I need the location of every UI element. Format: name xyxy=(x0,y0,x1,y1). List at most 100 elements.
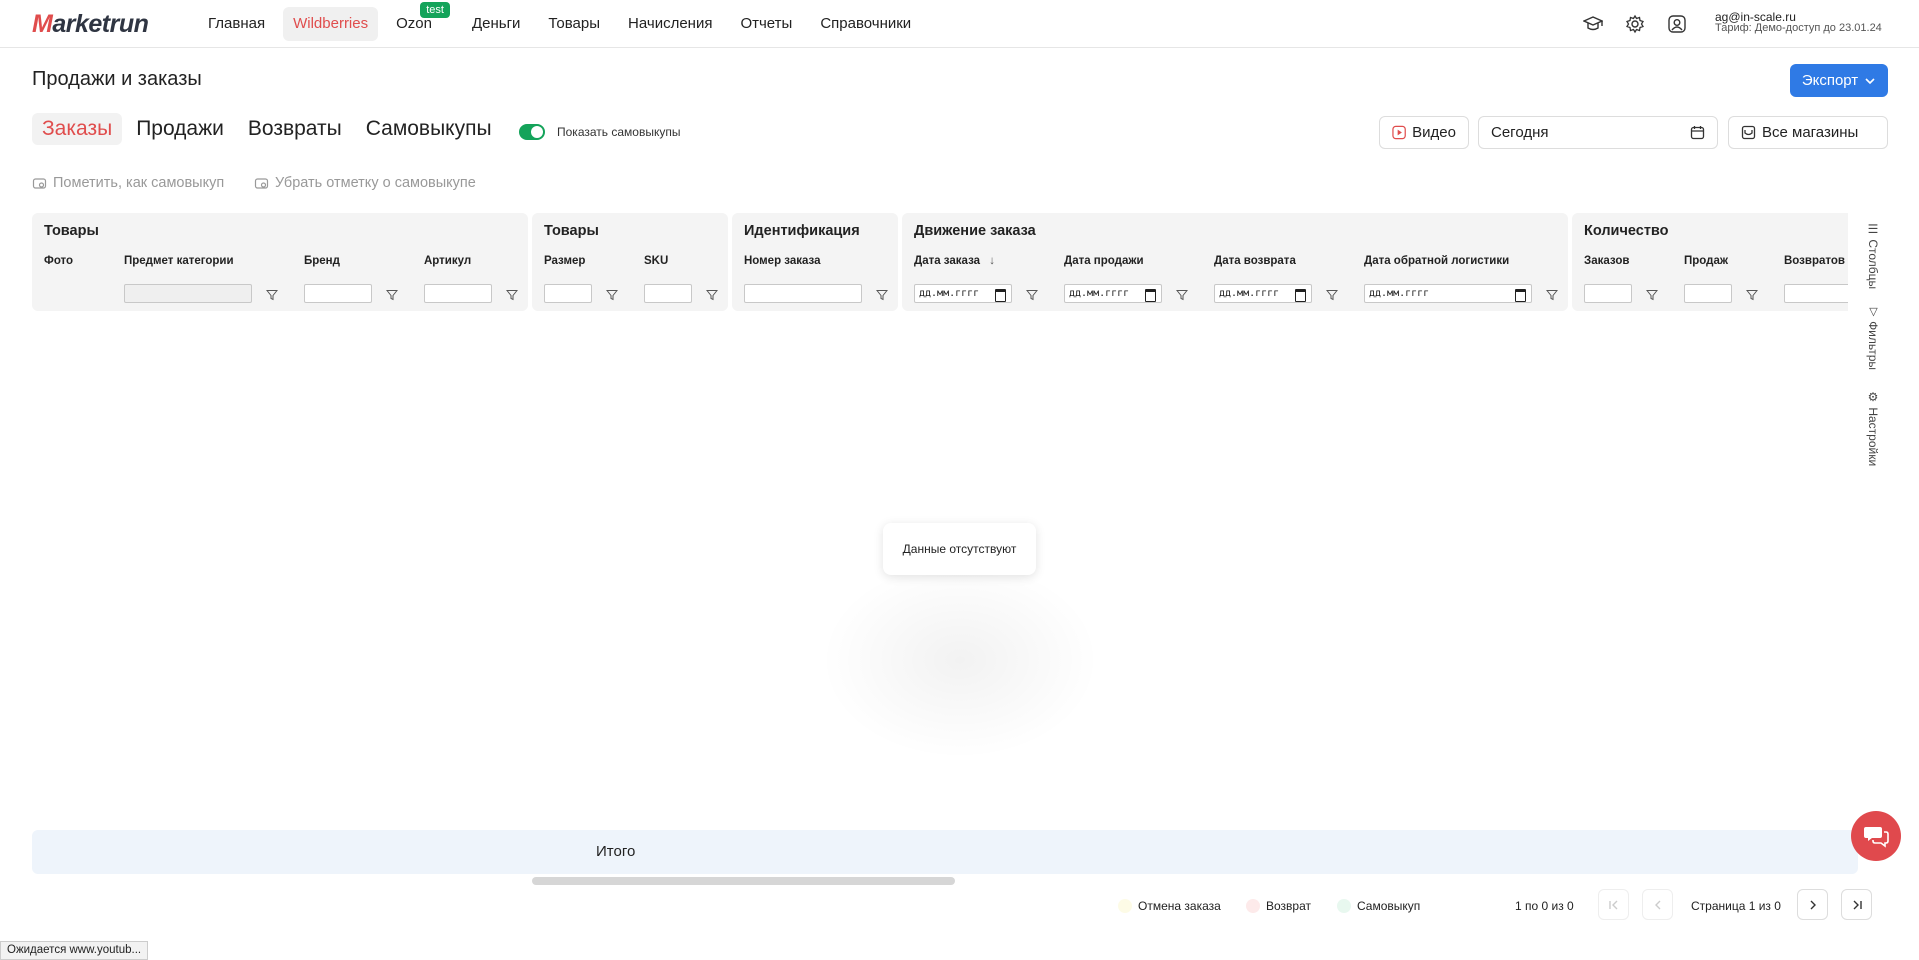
order-date-filter-input[interactable]: дд.мм.гггг xyxy=(914,284,1012,303)
period-select[interactable]: Сегодня xyxy=(1478,116,1718,149)
filters-label: Фильтры xyxy=(1866,321,1880,370)
group-quantity: Количество Заказов Продаж Возвратов xyxy=(1572,213,1848,311)
horizontal-scrollbar[interactable] xyxy=(532,877,955,885)
logo-rest: arketrun xyxy=(52,10,149,38)
next-page-button[interactable] xyxy=(1797,889,1828,920)
column-reverse-logistics-date[interactable]: Дата обратной логистики xyxy=(1364,255,1509,267)
sale-date-filter-input[interactable]: дд.мм.гггг xyxy=(1064,284,1162,303)
empty-shadow xyxy=(820,560,1100,760)
filter-icon[interactable] xyxy=(1746,289,1758,301)
nav-ozon[interactable]: Ozon test xyxy=(386,2,450,41)
return-date-filter-input[interactable]: дд.мм.гггг xyxy=(1214,284,1312,303)
nav-references[interactable]: Справочники xyxy=(810,7,921,41)
article-filter-input[interactable] xyxy=(424,284,492,303)
user-icon[interactable] xyxy=(1667,14,1687,34)
orders-count-filter-input[interactable] xyxy=(1584,284,1632,303)
logo-first-letter: M xyxy=(32,10,53,38)
brand-filter-input[interactable] xyxy=(304,284,372,303)
first-page-button[interactable] xyxy=(1598,889,1629,920)
column-return-date[interactable]: Дата возврата xyxy=(1214,255,1296,267)
settings-tool[interactable]: ⚙ Настройки xyxy=(1866,390,1880,466)
group-title: Идентификация xyxy=(744,223,860,239)
legend-dot xyxy=(1337,899,1351,913)
chat-icon xyxy=(1864,827,1889,848)
nav-reports[interactable]: Отчеты xyxy=(730,7,802,41)
group-products-2: Товары Размер SKU xyxy=(532,213,728,311)
last-page-button[interactable] xyxy=(1841,889,1872,920)
totals-row xyxy=(32,830,1858,874)
marketrun-logo[interactable]: Marketrun xyxy=(32,10,149,39)
column-size[interactable]: Размер xyxy=(544,255,585,267)
unmark-self-purchase-button[interactable]: Убрать отметку о самовыкупе xyxy=(254,175,476,191)
pagination-range: 1 по 0 из 0 xyxy=(1515,899,1574,913)
sales-count-filter-input[interactable] xyxy=(1684,284,1732,303)
legend-label: Возврат xyxy=(1266,899,1311,913)
graduation-cap-icon[interactable] xyxy=(1583,14,1603,34)
mark-self-purchase-button[interactable]: Пометить, как самовыкуп xyxy=(32,175,224,191)
nav-home[interactable]: Главная xyxy=(198,7,275,41)
column-sales-count[interactable]: Продаж xyxy=(1684,255,1728,267)
support-chat-button[interactable] xyxy=(1851,811,1901,861)
column-orders-count[interactable]: Заказов xyxy=(1584,255,1629,267)
period-value: Сегодня xyxy=(1491,124,1549,141)
column-order-date-label: Дата заказа xyxy=(914,255,981,267)
legend-cancel: Отмена заказа xyxy=(1118,899,1221,913)
tab-sales[interactable]: Продажи xyxy=(126,113,234,145)
group-title: Товары xyxy=(544,223,599,239)
filter-icon[interactable] xyxy=(1026,289,1038,301)
size-filter-input[interactable] xyxy=(544,284,592,303)
store-icon xyxy=(1741,125,1756,140)
group-title: Движение заказа xyxy=(914,223,1036,239)
filter-icon[interactable] xyxy=(1546,289,1558,301)
group-identification: Идентификация Номер заказа xyxy=(732,213,898,311)
filter-icon[interactable] xyxy=(506,289,518,301)
sku-filter-input[interactable] xyxy=(644,284,692,303)
returns-count-filter-input[interactable] xyxy=(1784,284,1848,303)
column-article[interactable]: Артикул xyxy=(424,255,471,267)
filter-icon[interactable] xyxy=(1176,289,1188,301)
column-brand[interactable]: Бренд xyxy=(304,255,340,267)
tab-returns[interactable]: Возвраты xyxy=(238,113,352,145)
column-photo[interactable]: Фото xyxy=(44,255,73,267)
nav-money[interactable]: Деньги xyxy=(462,7,530,41)
show-self-purchases-toggle[interactable] xyxy=(519,124,545,140)
columns-tool[interactable]: ☰ Столбцы xyxy=(1866,222,1880,289)
main-nav: Главная Wildberries Ozon test Деньги Това… xyxy=(198,2,929,41)
reverse-logistics-date-filter-input[interactable]: дд.мм.гггг xyxy=(1364,284,1532,303)
column-returns-count[interactable]: Возвратов xyxy=(1784,255,1845,267)
column-sku[interactable]: SKU xyxy=(644,255,668,267)
column-sale-date[interactable]: Дата продажи xyxy=(1064,255,1144,267)
stores-select[interactable]: Все магазины xyxy=(1728,116,1888,149)
group-products: Товары Фото Предмет категории Бренд Арти… xyxy=(32,213,528,311)
export-label: Экспорт xyxy=(1801,72,1859,89)
legend-label: Отмена заказа xyxy=(1138,899,1221,913)
tab-self-purchases[interactable]: Самовыкупы xyxy=(356,113,502,145)
filter-icon[interactable] xyxy=(266,289,278,301)
filter-icon[interactable] xyxy=(1646,289,1658,301)
legend-return: Возврат xyxy=(1246,899,1311,913)
calendar-icon xyxy=(1690,126,1705,140)
column-order-date[interactable]: Дата заказа ↓ xyxy=(914,255,995,267)
column-category[interactable]: Предмет категории xyxy=(124,255,234,267)
gear-icon[interactable] xyxy=(1625,14,1645,34)
browser-status-bar: Ожидается www.youtub... xyxy=(0,941,149,960)
tab-orders[interactable]: Заказы xyxy=(32,113,123,145)
prev-page-button[interactable] xyxy=(1642,889,1673,920)
filters-tool[interactable]: ▽ Фильтры xyxy=(1866,305,1880,370)
nav-accruals[interactable]: Начисления xyxy=(618,7,722,41)
order-number-filter-input[interactable] xyxy=(744,284,862,303)
export-button[interactable]: Экспорт xyxy=(1790,64,1888,97)
settings-label: Настройки xyxy=(1866,407,1880,467)
totals-label: Итого xyxy=(596,843,636,860)
filter-icon[interactable] xyxy=(386,289,398,301)
column-order-number[interactable]: Номер заказа xyxy=(744,255,821,267)
filter-icon[interactable] xyxy=(1326,289,1338,301)
video-button[interactable]: Видео xyxy=(1379,116,1469,149)
filter-icon[interactable] xyxy=(706,289,718,301)
filter-icon[interactable] xyxy=(606,289,618,301)
filter-icon[interactable] xyxy=(876,289,888,301)
tag-icon xyxy=(254,177,269,189)
nav-products[interactable]: Товары xyxy=(538,7,610,41)
top-header: Marketrun Главная Wildberries Ozon test Д… xyxy=(0,0,1919,48)
nav-wildberries[interactable]: Wildberries xyxy=(283,7,379,41)
